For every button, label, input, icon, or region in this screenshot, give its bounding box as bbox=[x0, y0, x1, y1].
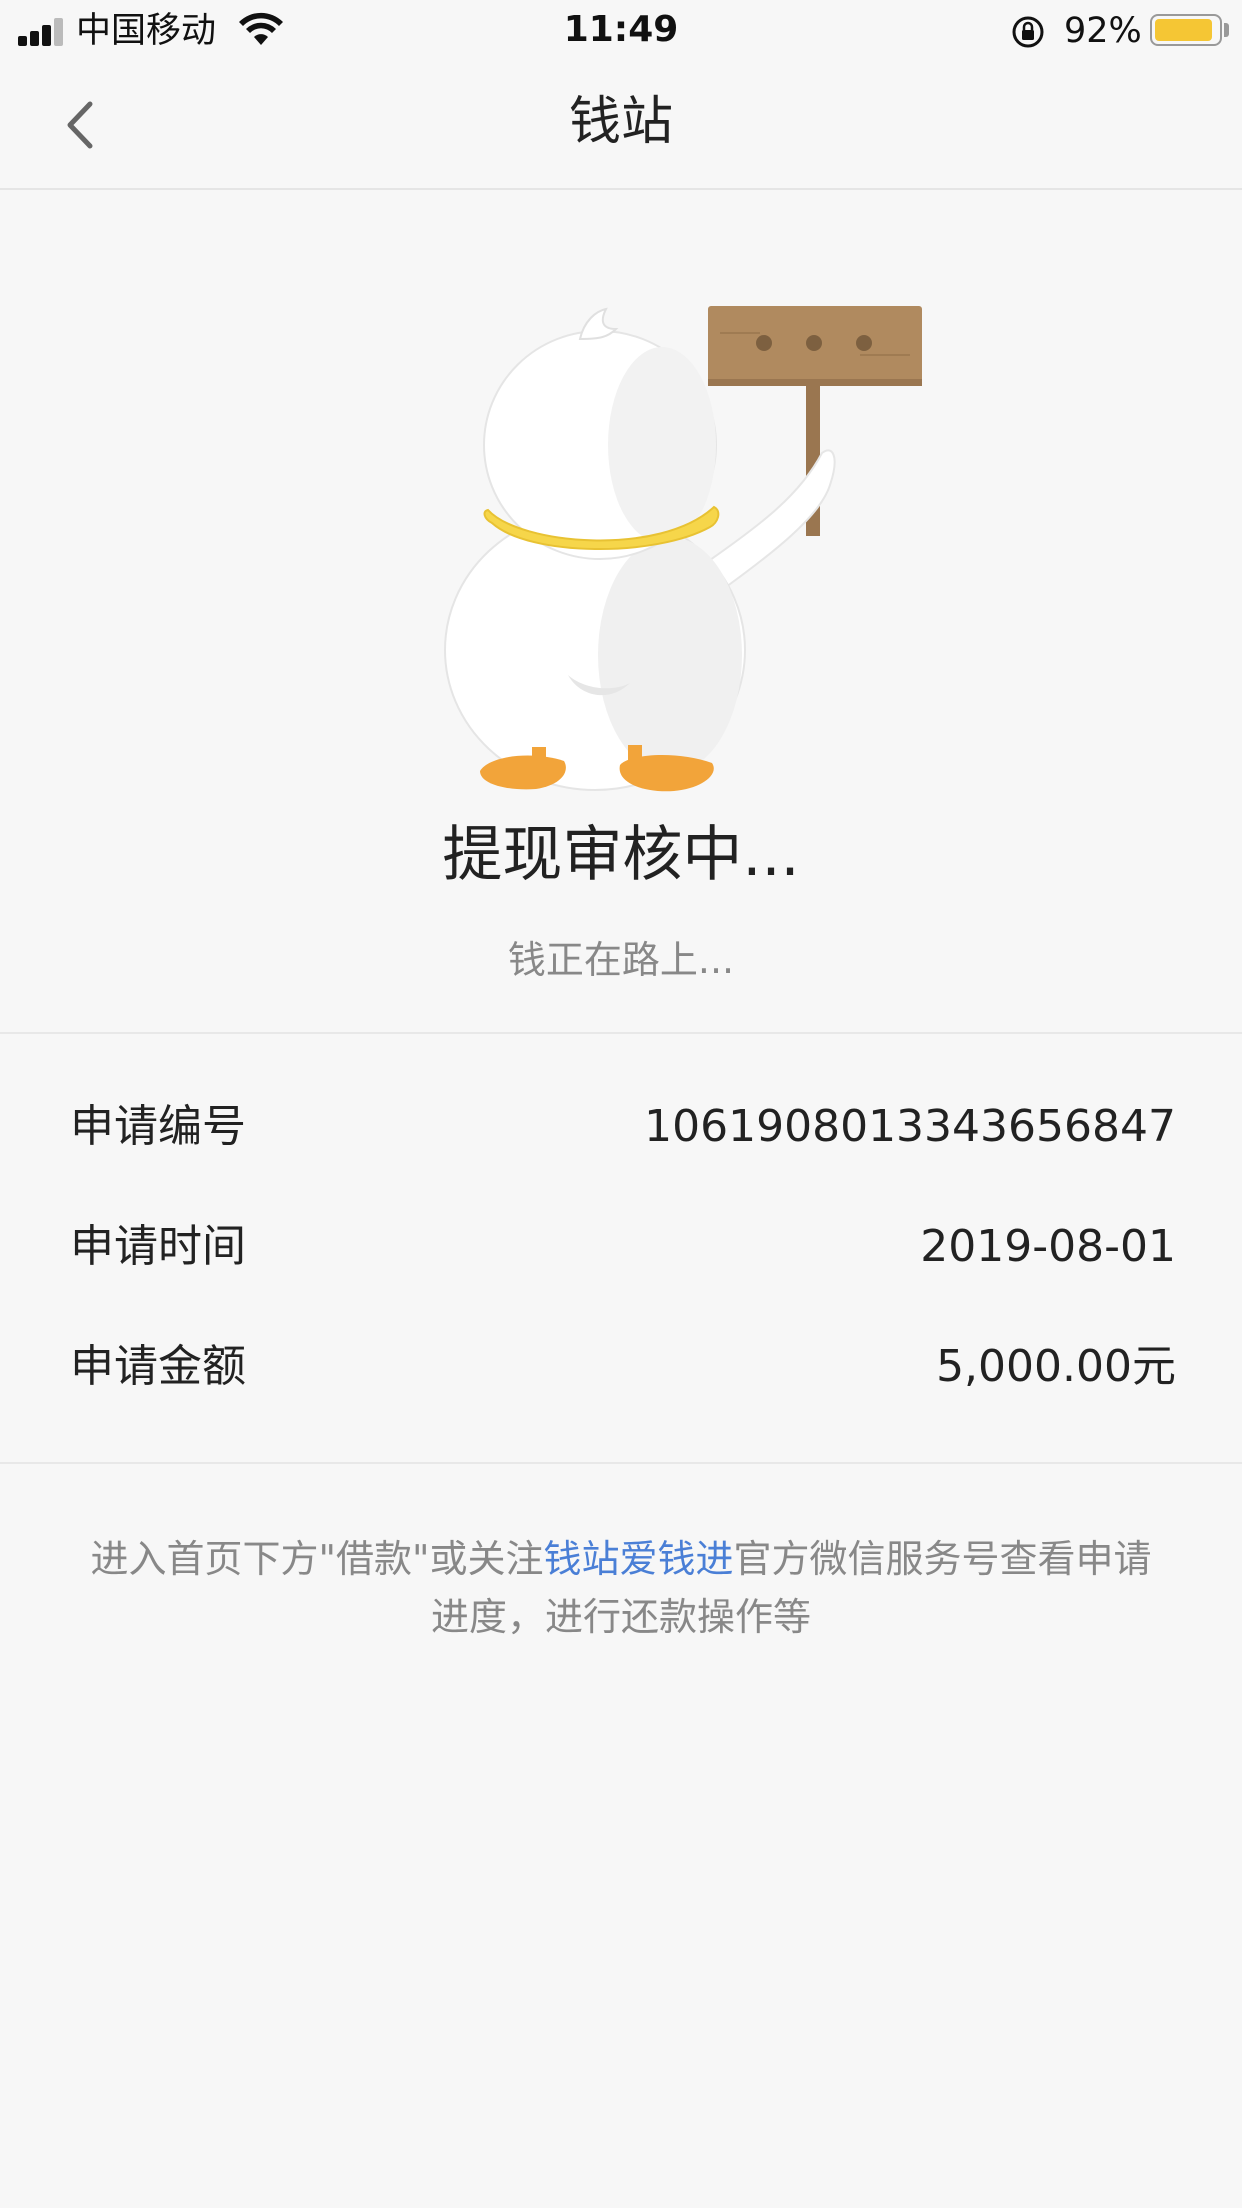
page-title: 钱站 bbox=[568, 92, 673, 152]
battery-percentage: 92% bbox=[1064, 11, 1142, 51]
clock-time: 11:49 bbox=[563, 9, 679, 50]
status-title: 提现审核中... bbox=[442, 820, 800, 890]
footer-note: 进入首页下方"借款"或关注钱站爱钱进官方微信服务号查看申请进度，进行还款操作等 bbox=[80, 1530, 1162, 1646]
mascot-holding-sign-illustration bbox=[444, 306, 922, 792]
section-divider bbox=[0, 1462, 1242, 1464]
section-divider bbox=[0, 1032, 1242, 1034]
battery-level-fill bbox=[1155, 19, 1213, 41]
footer-text-before: 进入首页下方"借款"或关注 bbox=[90, 1537, 544, 1581]
info-label: 申请编号 bbox=[70, 1101, 246, 1152]
wechat-account-link[interactable]: 钱站爱钱进 bbox=[543, 1537, 733, 1581]
info-value: 5,000.00元 bbox=[936, 1341, 1176, 1392]
battery-cap bbox=[1224, 23, 1229, 37]
battery-icon bbox=[1150, 14, 1222, 46]
navigation-bar: 钱站 bbox=[0, 62, 1242, 190]
info-value: 1061908013343656847 bbox=[644, 1101, 1176, 1152]
application-amount-row: 申请金额 5,000.00元 bbox=[70, 1327, 1176, 1407]
info-value: 2019-08-01 bbox=[920, 1221, 1176, 1272]
status-bar: 中国移动 11:49 92% bbox=[0, 0, 1242, 62]
info-label: 申请金额 bbox=[70, 1341, 246, 1392]
application-time-row: 申请时间 2019-08-01 bbox=[70, 1207, 1176, 1287]
status-subtitle: 钱正在路上... bbox=[507, 938, 735, 982]
info-label: 申请时间 bbox=[70, 1221, 246, 1272]
application-number-row: 申请编号 1061908013343656847 bbox=[70, 1087, 1176, 1167]
orientation-lock-icon bbox=[1012, 16, 1044, 48]
